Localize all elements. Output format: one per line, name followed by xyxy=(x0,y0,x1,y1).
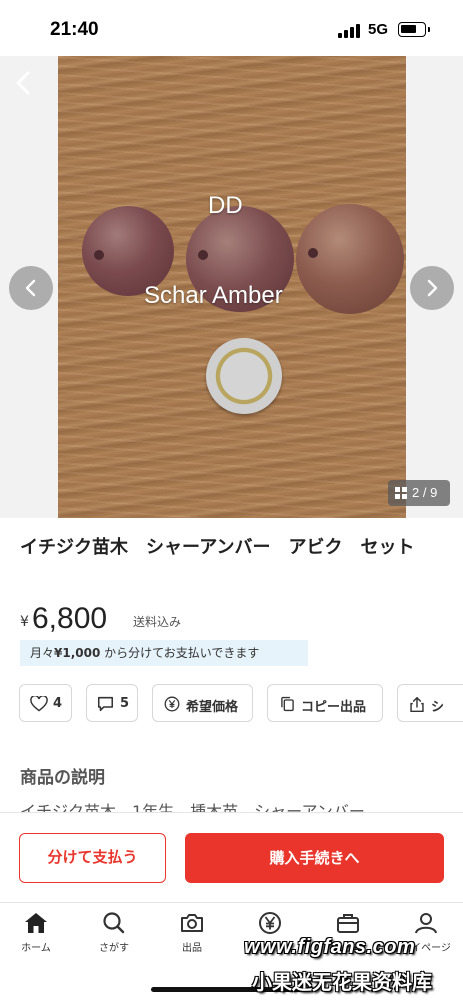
image-counter-label: 2 / 9 xyxy=(412,485,438,500)
heart-icon xyxy=(30,696,48,712)
share-icon xyxy=(410,696,424,713)
chevron-left-icon xyxy=(16,71,30,95)
photo-overlay-variety: Schar Amber xyxy=(144,282,283,309)
copy-listing-button[interactable]: コピー出品 xyxy=(267,684,383,722)
camera-icon xyxy=(181,914,203,932)
tab-search-label: さがす xyxy=(99,943,129,954)
bag-icon xyxy=(337,914,359,933)
split-payment-button[interactable]: 分けて支払う xyxy=(19,833,166,883)
back-button[interactable] xyxy=(12,68,36,98)
yen-icon xyxy=(259,912,281,934)
network-type: 5G xyxy=(368,21,389,38)
like-count: 4 xyxy=(53,696,63,711)
price-offer-label: 希望価格 xyxy=(186,700,239,715)
tab-home-label: ホーム xyxy=(21,943,51,954)
copy-icon xyxy=(281,696,294,712)
chevron-right-icon xyxy=(427,279,438,297)
tab-sell-label: 出品 xyxy=(182,943,202,954)
image-counter[interactable]: 2 / 9 xyxy=(388,480,450,506)
watermark-url: www.figfans.com xyxy=(244,936,416,958)
installment-amount: ¥1,000 xyxy=(54,646,101,660)
product-photo[interactable]: DD Schar Amber xyxy=(58,56,406,518)
coin xyxy=(206,338,282,414)
price-value: 6,800 xyxy=(32,602,108,635)
status-bar: 21:40 5G xyxy=(0,0,463,56)
purchase-button[interactable]: 購入手続きへ xyxy=(185,833,444,883)
photo-overlay-label: DD xyxy=(208,192,243,219)
image-gallery[interactable]: DD Schar Amber 2 / 9 xyxy=(0,56,463,518)
yen-circle-icon xyxy=(164,696,180,712)
grid-icon xyxy=(395,487,407,499)
purchase-bar: 分けて支払う 購入手続きへ xyxy=(0,812,463,902)
share-label: シ xyxy=(431,700,445,715)
share-button[interactable]: シ xyxy=(397,684,463,722)
fig-fruit xyxy=(296,204,404,314)
comment-button[interactable]: 5 xyxy=(86,684,138,722)
shipping-note: 送料込み xyxy=(133,615,182,629)
home-icon xyxy=(25,913,47,933)
battery-icon xyxy=(398,22,430,37)
tab-home[interactable]: ホーム xyxy=(1,911,71,961)
installment-prefix: 月々 xyxy=(30,646,55,660)
like-button[interactable]: 4 xyxy=(19,684,72,722)
watermark-caption: 小果迷无花果资料库 xyxy=(252,970,432,994)
description-heading: 商品の説明 xyxy=(20,768,105,788)
copy-listing-label: コピー出品 xyxy=(301,700,367,715)
chevron-left-icon xyxy=(25,279,36,297)
status-time: 21:40 xyxy=(50,19,99,40)
comment-icon xyxy=(98,696,113,712)
currency-symbol: ¥ xyxy=(20,614,29,630)
product-title: イチジク苗木 シャーアンバー アビク セット xyxy=(20,537,415,558)
search-icon xyxy=(103,912,125,934)
tab-search[interactable]: さがす xyxy=(79,911,149,961)
installment-banner[interactable]: 月々¥1,000 から分けてお支払いできます xyxy=(20,640,308,666)
signal-bars-icon xyxy=(338,22,362,38)
tab-sell[interactable]: 出品 xyxy=(157,911,227,961)
comment-count: 5 xyxy=(120,696,130,711)
installment-suffix: から分けてお支払いできます xyxy=(104,646,260,660)
description-preview: イチジク苗木 1年生 挿木苗 シャーアンバー xyxy=(20,802,365,812)
action-row: 4 5 希望価格 コピー出品 シ xyxy=(19,684,463,722)
previous-image-button[interactable] xyxy=(9,266,53,310)
person-icon xyxy=(415,913,437,934)
price-offer-button[interactable]: 希望価格 xyxy=(152,684,253,722)
next-image-button[interactable] xyxy=(410,266,454,310)
